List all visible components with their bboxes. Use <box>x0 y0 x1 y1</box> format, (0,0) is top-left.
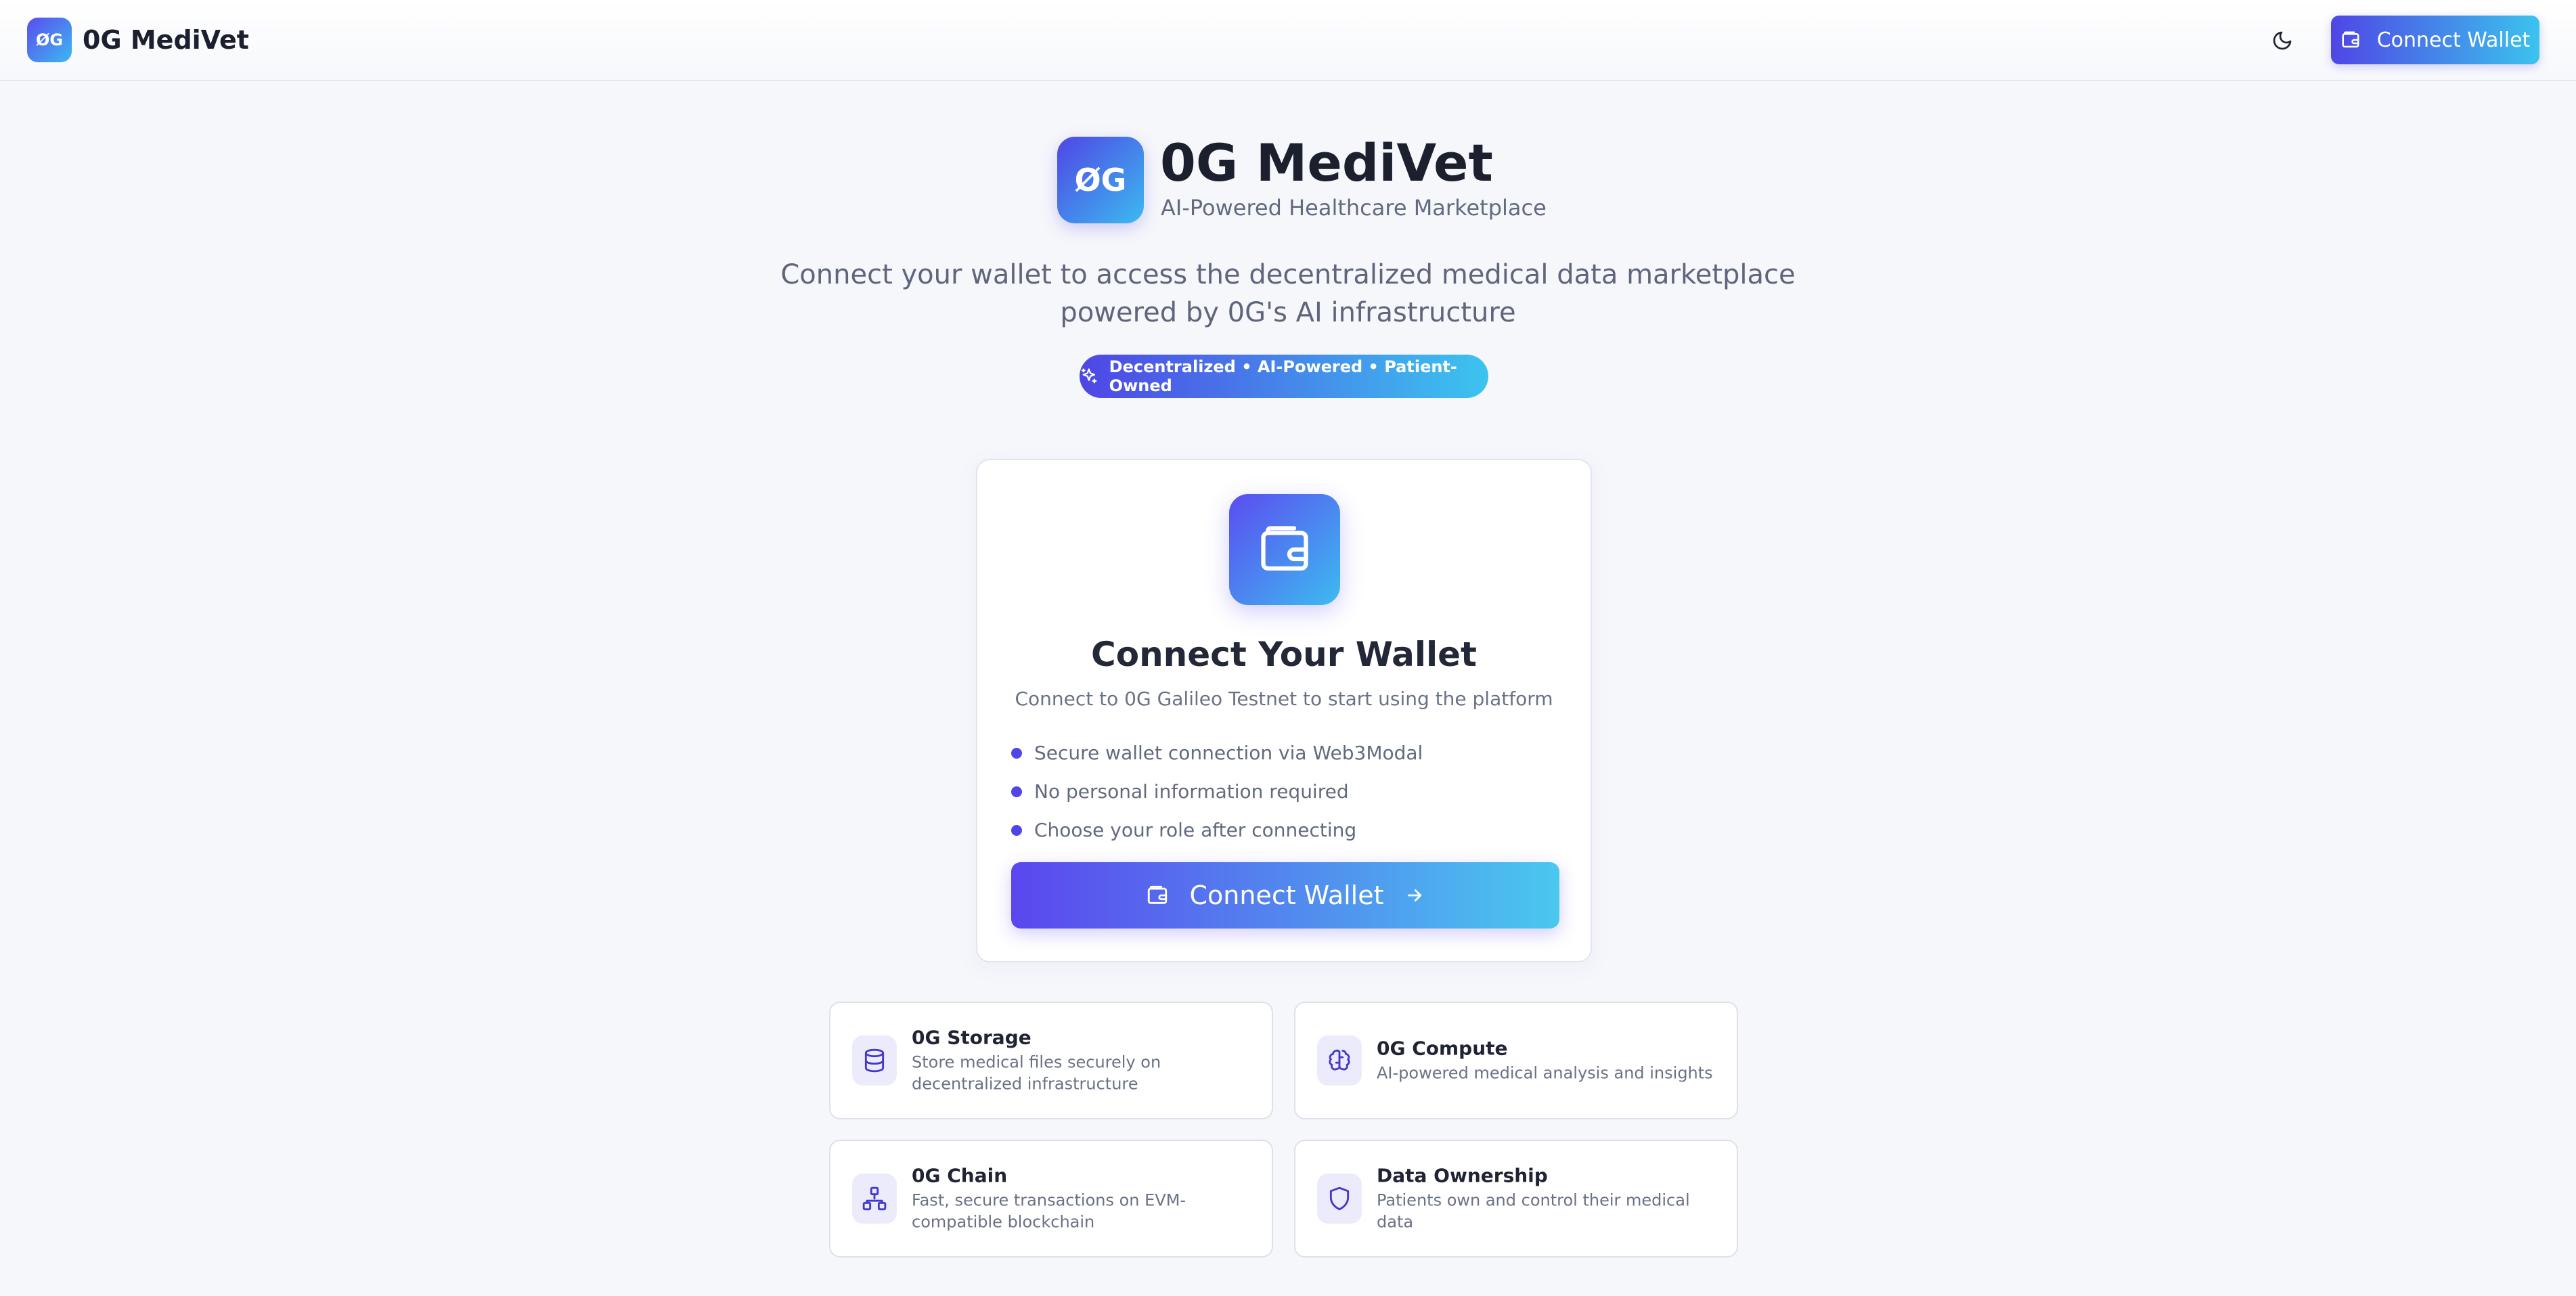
bullet-text: No personal information required <box>1034 780 1349 803</box>
network-icon <box>852 1174 897 1224</box>
bullet-text: Secure wallet connection via Web3Modal <box>1034 742 1423 764</box>
feature-card-ownership: Data Ownership Patients own and control … <box>1294 1140 1738 1257</box>
wallet-icon <box>1148 885 1168 904</box>
feature-title: Data Ownership <box>1377 1164 1548 1187</box>
card-bullet-list: Secure wallet connection via Web3Modal N… <box>1011 734 1423 849</box>
feature-card-chain: 0G Chain Fast, secure transactions on EV… <box>829 1140 1273 1257</box>
hero-title: 0G MediVet <box>1160 133 1493 193</box>
connect-wallet-label: Connect Wallet <box>1189 880 1384 910</box>
bullet-dot-icon <box>1011 786 1022 797</box>
arrow-right-icon <box>1407 889 1421 901</box>
brand[interactable]: ØG 0G MediVet <box>27 18 249 62</box>
shield-icon <box>1317 1174 1362 1224</box>
database-icon <box>852 1035 897 1086</box>
card-wallet-icon-tile <box>1229 494 1340 605</box>
list-item: Choose your role after connecting <box>1011 811 1423 849</box>
feature-badge: Decentralized • AI-Powered • Patient-Own… <box>1080 355 1488 398</box>
wallet-icon <box>1261 526 1308 571</box>
connect-wallet-button[interactable]: Connect Wallet <box>1011 862 1559 929</box>
bullet-text: Choose your role after connecting <box>1034 819 1357 841</box>
list-item: Secure wallet connection via Web3Modal <box>1011 734 1423 772</box>
feature-title: 0G Chain <box>912 1164 1008 1187</box>
feature-badge-text: Decentralized • AI-Powered • Patient-Own… <box>1109 357 1457 395</box>
feature-title: 0G Compute <box>1377 1037 1508 1060</box>
bullet-dot-icon <box>1011 747 1022 759</box>
wallet-icon <box>2342 31 2359 48</box>
feature-description: AI-powered medical analysis and insights <box>1377 1063 1713 1083</box>
list-item: No personal information required <box>1011 772 1423 811</box>
header-connect-wallet-button[interactable]: Connect Wallet <box>2331 16 2539 64</box>
card-title: Connect Your Wallet <box>1091 635 1477 674</box>
header-connect-wallet-label: Connect Wallet <box>2376 28 2531 52</box>
feature-card-compute: 0G Compute AI-powered medical analysis a… <box>1294 1002 1738 1119</box>
sparkles-icon <box>1081 368 1097 384</box>
hero-subtitle: AI-Powered Healthcare Marketplace <box>1161 195 1547 221</box>
brain-icon <box>1317 1035 1362 1086</box>
theme-toggle-button[interactable] <box>2265 23 2300 58</box>
hero-description: Connect your wallet to access the decent… <box>780 259 1796 328</box>
hero-logo: ØG <box>1057 137 1144 223</box>
feature-description: Patients own and control their medical d… <box>1377 1190 1690 1232</box>
brand-name: 0G MediVet <box>83 25 249 55</box>
connect-wallet-card: Connect Your Wallet Connect to 0G Galile… <box>976 459 1592 962</box>
feature-title: 0G Storage <box>912 1026 1031 1049</box>
card-subtitle: Connect to 0G Galileo Testnet to start u… <box>1015 688 1553 710</box>
brand-logo: ØG <box>27 18 72 62</box>
top-navbar: ØG 0G MediVet Connect Wallet <box>0 0 2576 81</box>
feature-description: Fast, secure transactions on EVM-compati… <box>912 1190 1186 1232</box>
bullet-dot-icon <box>1011 824 1022 836</box>
moon-icon <box>2273 31 2292 50</box>
feature-description: Store medical files securely on decentra… <box>912 1052 1161 1094</box>
feature-card-storage: 0G Storage Store medical files securely … <box>829 1002 1273 1119</box>
